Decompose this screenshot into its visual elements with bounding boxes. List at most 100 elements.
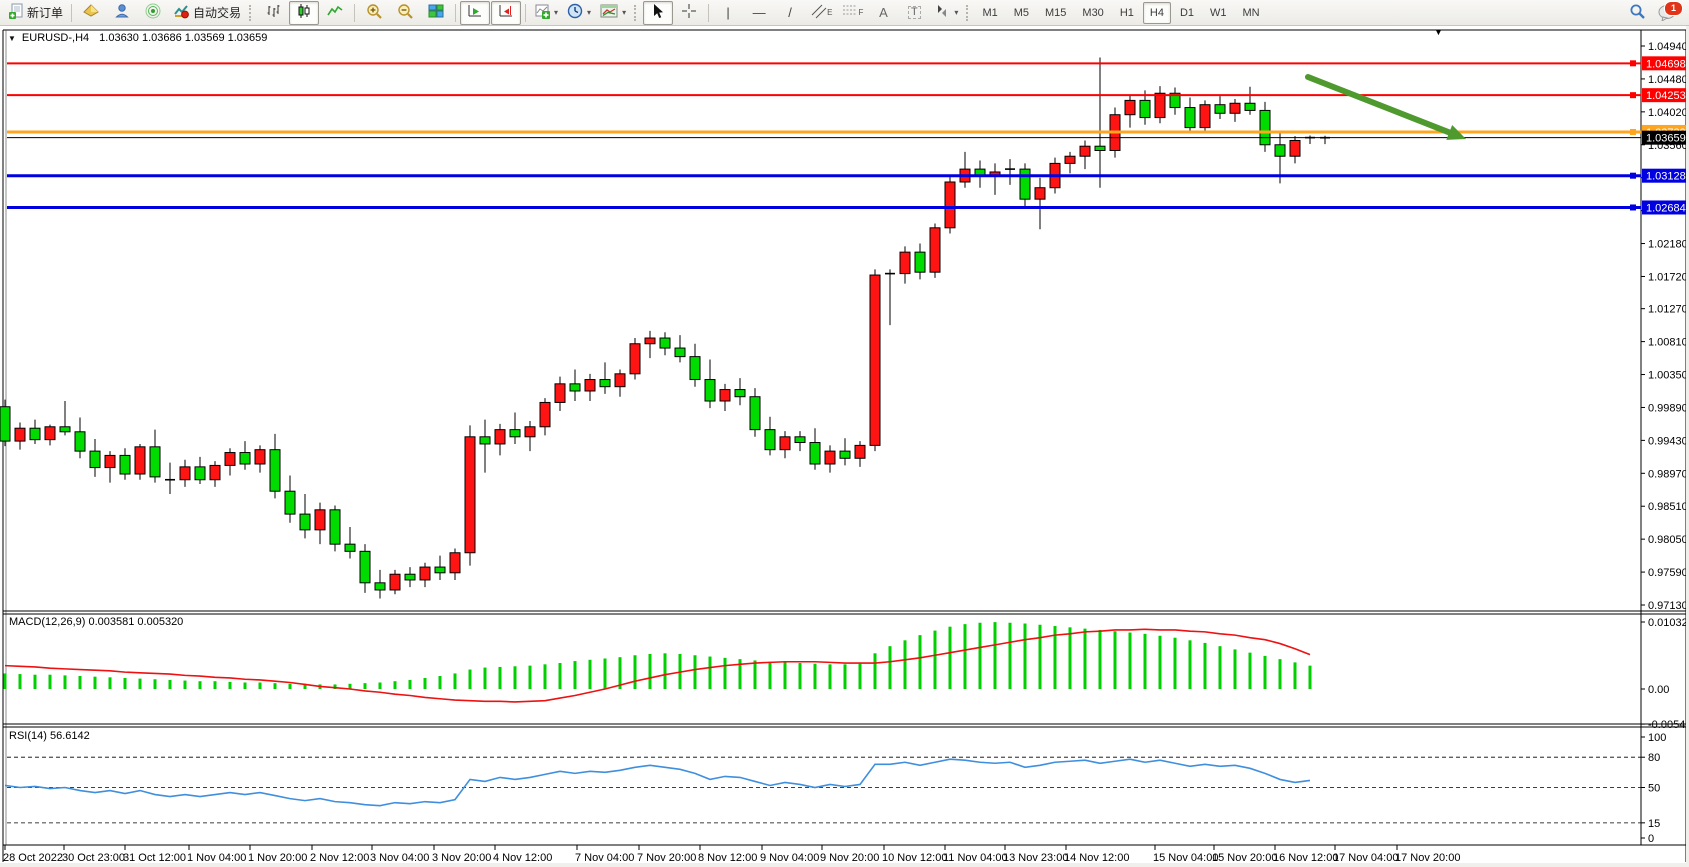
toolbar-drag-handle[interactable] (966, 5, 971, 21)
timeframe-button-m30[interactable]: M30 (1075, 2, 1110, 24)
auto-trading-button[interactable]: 自动交易 (169, 1, 245, 25)
chart-collapse-icon[interactable]: ▼ (8, 34, 16, 43)
zoom-in-button[interactable] (359, 1, 389, 25)
svg-text:1.03128: 1.03128 (1646, 171, 1686, 183)
timeframe-button-h1[interactable]: H1 (1113, 2, 1141, 24)
new-order-icon (8, 3, 24, 22)
svg-text:50: 50 (1648, 783, 1660, 795)
macd-indicator-label: MACD(12,26,9) 0.003581 0.005320 (9, 616, 183, 628)
toolbar-drag-handle[interactable] (634, 5, 639, 21)
toolbar-drag-handle[interactable] (249, 5, 254, 21)
svg-text:0.97590: 0.97590 (1648, 567, 1688, 579)
horizontal-line-tool-button[interactable]: — (744, 1, 774, 25)
indicators-dropdown-arrow: ▾ (554, 8, 558, 17)
chart-ohlc-values: 1.03630 1.03686 1.03569 1.03659 (99, 32, 267, 44)
tile-windows-button[interactable] (421, 1, 451, 25)
svg-text:0: 0 (1648, 833, 1654, 845)
svg-text:1.00810: 1.00810 (1648, 337, 1688, 349)
crosshair-icon (681, 3, 697, 22)
candlestick-chart-button[interactable] (289, 1, 319, 25)
timeframe-button-h4[interactable]: H4 (1143, 2, 1171, 24)
text-tool-button[interactable]: A (868, 1, 898, 25)
templates-button[interactable]: ▾ (596, 1, 630, 25)
bar-chart-button[interactable] (258, 1, 288, 25)
window-collapse-arrow-icon[interactable]: ▼ (1434, 27, 1443, 37)
svg-text:0.98510: 0.98510 (1648, 501, 1688, 513)
crosshair-tool-button[interactable] (674, 1, 704, 25)
candlestick-chart-icon (296, 3, 312, 22)
zoom-in-icon (366, 3, 383, 23)
indicator-axes: 0.0103220.00-0.0054081008050150 (1641, 617, 1689, 845)
svg-text:1.00350: 1.00350 (1648, 370, 1688, 382)
cursor-tool-button[interactable] (643, 1, 673, 25)
timeframe-button-d1[interactable]: D1 (1173, 2, 1201, 24)
svg-text:0.99890: 0.99890 (1648, 402, 1688, 414)
arrows-tool-button[interactable]: ▾ (930, 1, 962, 25)
svg-text:80: 80 (1648, 752, 1660, 764)
bar-chart-icon (265, 3, 281, 22)
rsi-indicator-label: RSI(14) 56.6142 (9, 730, 90, 742)
fibonacci-tool-button[interactable]: F (837, 1, 867, 25)
auto-scroll-button[interactable] (460, 1, 490, 25)
timeframe-button-m5[interactable]: M5 (1007, 2, 1036, 24)
timeframe-button-mn[interactable]: MN (1236, 2, 1267, 24)
auto-trading-label: 自动交易 (193, 4, 241, 21)
svg-text:1.03659: 1.03659 (1646, 133, 1686, 145)
timeframe-toolbar: M1M5M15M30H1H4D1W1MN (975, 2, 1266, 24)
notification-badge: 1 (1664, 1, 1683, 16)
arrows-tool-icon (934, 3, 950, 22)
svg-text:0.99430: 0.99430 (1648, 435, 1688, 447)
periods-button[interactable]: ▾ (563, 1, 595, 25)
zoom-out-icon (397, 3, 414, 23)
svg-text:1.04020: 1.04020 (1648, 107, 1688, 119)
svg-text:0.00: 0.00 (1648, 684, 1669, 696)
zoom-out-button[interactable] (390, 1, 420, 25)
cursor-arrow-icon (651, 3, 665, 22)
vertical-line-tool-button[interactable]: | (713, 1, 743, 25)
timeframe-button-m1[interactable]: M1 (975, 2, 1004, 24)
indicators-button[interactable]: ▾ (530, 1, 562, 25)
channel-tool-tag: E (827, 8, 832, 17)
auto-trading-icon (173, 3, 190, 22)
macd-name: MACD(12,26,9) (9, 616, 85, 628)
chart-shift-icon (498, 3, 514, 22)
notifications-button[interactable]: 1 (1653, 1, 1685, 25)
svg-text:0.98050: 0.98050 (1648, 534, 1688, 546)
svg-text:1.01720: 1.01720 (1648, 271, 1688, 283)
svg-text:100: 100 (1648, 732, 1666, 744)
chart-window: 1.049401.044801.040201.035601.031001.026… (0, 26, 1689, 867)
timeframe-button-w1[interactable]: W1 (1203, 2, 1234, 24)
new-order-label: 新订单 (27, 4, 63, 21)
styler-button[interactable] (76, 1, 106, 25)
fibo-tool-tag: F (858, 8, 863, 17)
community-button[interactable] (107, 1, 137, 25)
new-order-button[interactable]: 新订单 (4, 1, 67, 25)
signals-button[interactable] (138, 1, 168, 25)
svg-text:1.02180: 1.02180 (1648, 239, 1688, 251)
svg-text:1.04480: 1.04480 (1648, 74, 1688, 86)
svg-text:1.04698: 1.04698 (1646, 58, 1686, 70)
timeframe-button-m15[interactable]: M15 (1038, 2, 1073, 24)
toolbar-separator (71, 4, 72, 22)
chart-shift-button[interactable] (491, 1, 521, 25)
time-axis: 28 Oct 202230 Oct 23:0031 Oct 12:001 Nov… (3, 845, 1460, 864)
svg-text:1.02684: 1.02684 (1646, 202, 1686, 214)
search-icon (1629, 3, 1646, 23)
search-button[interactable] (1622, 1, 1652, 25)
trendline-tool-button[interactable]: / (775, 1, 805, 25)
window-bottom-edge (0, 863, 1689, 867)
svg-text:1.04940: 1.04940 (1648, 41, 1688, 53)
chart-symbol-period: EURUSD-,H4 (22, 32, 89, 44)
line-chart-button[interactable] (320, 1, 350, 25)
vertical-line-icon: | (726, 6, 729, 19)
svg-text:0.98970: 0.98970 (1648, 468, 1688, 480)
community-person-icon (114, 3, 130, 22)
chart-canvas[interactable]: 1.049401.044801.040201.035601.031001.026… (0, 26, 1689, 867)
main-toolbar: 新订单 自动交易 ▾ ▾ (0, 0, 1689, 26)
auto-scroll-icon (467, 3, 483, 22)
text-label-tool-button[interactable]: T (899, 1, 929, 25)
trend-annotation-arrow (1308, 77, 1466, 140)
fibonacci-icon (841, 3, 859, 22)
text-tool-icon: A (879, 6, 888, 19)
channel-tool-button[interactable]: E (806, 1, 836, 25)
